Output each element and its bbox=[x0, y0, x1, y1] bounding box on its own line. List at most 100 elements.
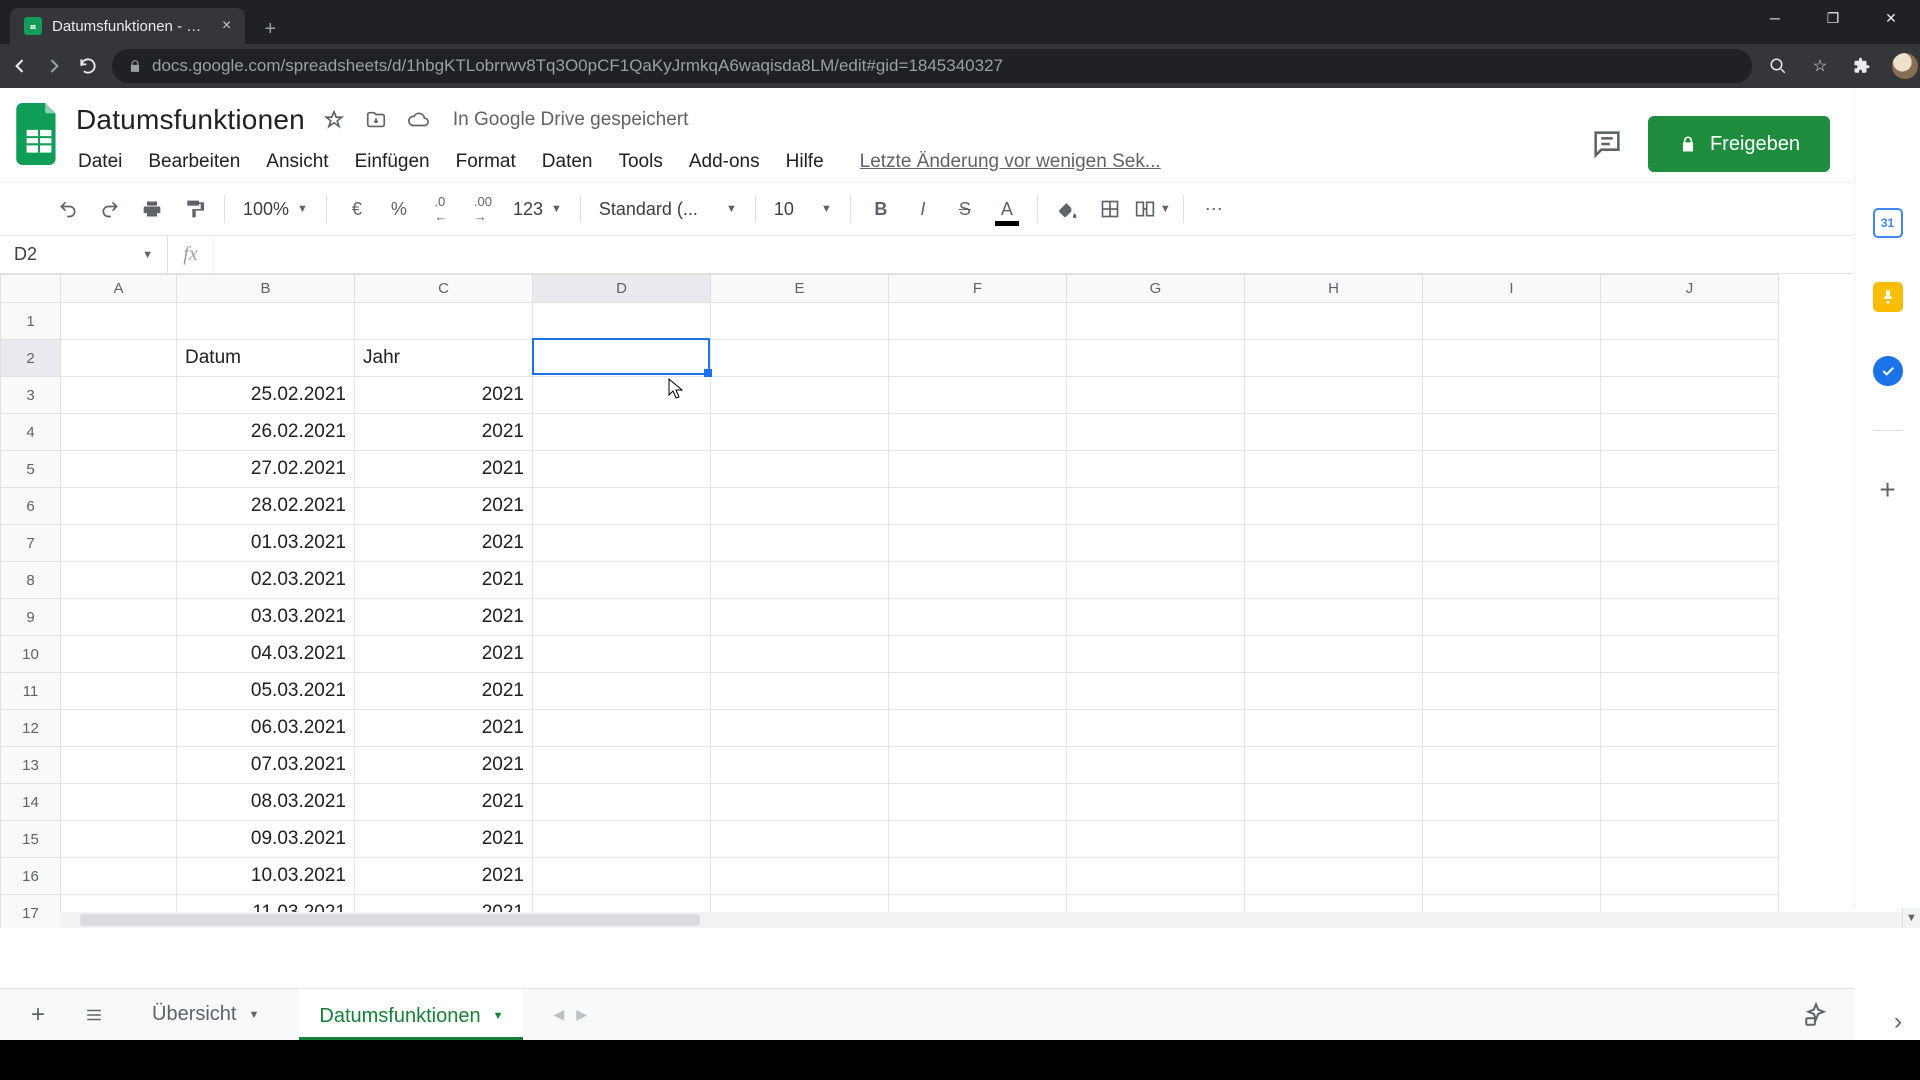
cell-D9[interactable] bbox=[533, 599, 711, 636]
cell-I15[interactable] bbox=[1423, 821, 1601, 858]
row-header[interactable]: 6 bbox=[1, 488, 61, 525]
cell-C7[interactable]: 2021 bbox=[355, 525, 533, 562]
row-header[interactable]: 7 bbox=[1, 525, 61, 562]
cell-D16[interactable] bbox=[533, 858, 711, 895]
cell-D15[interactable] bbox=[533, 821, 711, 858]
add-sheet-button[interactable]: + bbox=[20, 997, 56, 1033]
cell-J4[interactable] bbox=[1601, 414, 1779, 451]
cell-E15[interactable] bbox=[711, 821, 889, 858]
cell-D14[interactable] bbox=[533, 784, 711, 821]
sheet-nav-right-icon[interactable]: ▶ bbox=[576, 1006, 587, 1023]
sheet-tab-overview[interactable]: Übersicht▼ bbox=[132, 989, 279, 1040]
cell-G8[interactable] bbox=[1067, 562, 1245, 599]
cell-C10[interactable]: 2021 bbox=[355, 636, 533, 673]
cell-H3[interactable] bbox=[1245, 377, 1423, 414]
cell-G5[interactable] bbox=[1067, 451, 1245, 488]
cell-D5[interactable] bbox=[533, 451, 711, 488]
cell-F6[interactable] bbox=[889, 488, 1067, 525]
font-size-select[interactable]: 10▼ bbox=[768, 199, 838, 220]
cell-I14[interactable] bbox=[1423, 784, 1601, 821]
cell-A2[interactable] bbox=[61, 340, 177, 377]
cell-I10[interactable] bbox=[1423, 636, 1601, 673]
cell-H11[interactable] bbox=[1245, 673, 1423, 710]
cell-A9[interactable] bbox=[61, 599, 177, 636]
row-header[interactable]: 12 bbox=[1, 710, 61, 747]
cell-G12[interactable] bbox=[1067, 710, 1245, 747]
column-header-E[interactable]: E bbox=[711, 275, 889, 303]
cell-H1[interactable] bbox=[1245, 303, 1423, 340]
cell-B5[interactable]: 27.02.2021 bbox=[177, 451, 355, 488]
row-header[interactable]: 9 bbox=[1, 599, 61, 636]
menu-format[interactable]: Format bbox=[456, 151, 516, 173]
cell-D11[interactable] bbox=[533, 673, 711, 710]
cell-I13[interactable] bbox=[1423, 747, 1601, 784]
cell-F5[interactable] bbox=[889, 451, 1067, 488]
row-header[interactable]: 5 bbox=[1, 451, 61, 488]
cell-B8[interactable]: 02.03.2021 bbox=[177, 562, 355, 599]
cell-G11[interactable] bbox=[1067, 673, 1245, 710]
cell-C6[interactable]: 2021 bbox=[355, 488, 533, 525]
cell-E12[interactable] bbox=[711, 710, 889, 747]
cell-I6[interactable] bbox=[1423, 488, 1601, 525]
cell-H8[interactable] bbox=[1245, 562, 1423, 599]
increase-decimal-button[interactable]: .00→ bbox=[465, 191, 501, 227]
cell-B14[interactable]: 08.03.2021 bbox=[177, 784, 355, 821]
font-family-select[interactable]: Standard (...▼ bbox=[593, 199, 743, 220]
name-box[interactable]: D2▼ bbox=[0, 236, 168, 273]
cell-A4[interactable] bbox=[61, 414, 177, 451]
cell-B2[interactable]: Datum bbox=[177, 340, 355, 377]
cell-C3[interactable]: 2021 bbox=[355, 377, 533, 414]
cell-H14[interactable] bbox=[1245, 784, 1423, 821]
cell-E6[interactable] bbox=[711, 488, 889, 525]
cell-J3[interactable] bbox=[1601, 377, 1779, 414]
cell-E2[interactable] bbox=[711, 340, 889, 377]
cell-E9[interactable] bbox=[711, 599, 889, 636]
cell-E1[interactable] bbox=[711, 303, 889, 340]
cell-E11[interactable] bbox=[711, 673, 889, 710]
sheet-nav-left-icon[interactable]: ◀ bbox=[553, 1006, 564, 1023]
cell-H10[interactable] bbox=[1245, 636, 1423, 673]
cell-A16[interactable] bbox=[61, 858, 177, 895]
cell-A8[interactable] bbox=[61, 562, 177, 599]
cell-H5[interactable] bbox=[1245, 451, 1423, 488]
sheets-logo-icon[interactable] bbox=[12, 98, 66, 170]
column-header-H[interactable]: H bbox=[1245, 275, 1423, 303]
cell-J6[interactable] bbox=[1601, 488, 1779, 525]
menu-addons[interactable]: Add-ons bbox=[689, 151, 760, 173]
menu-view[interactable]: Ansicht bbox=[266, 151, 328, 173]
window-close-icon[interactable]: ✕ bbox=[1862, 0, 1920, 36]
cell-I11[interactable] bbox=[1423, 673, 1601, 710]
sheet-tab-active[interactable]: Datumsfunktionen▼ bbox=[299, 989, 523, 1040]
cell-G3[interactable] bbox=[1067, 377, 1245, 414]
cell-C4[interactable]: 2021 bbox=[355, 414, 533, 451]
cell-E5[interactable] bbox=[711, 451, 889, 488]
windows-taskbar[interactable] bbox=[0, 1040, 1920, 1080]
cell-B15[interactable]: 09.03.2021 bbox=[177, 821, 355, 858]
column-header-D[interactable]: D bbox=[533, 275, 711, 303]
cell-H2[interactable] bbox=[1245, 340, 1423, 377]
address-bar[interactable]: docs.google.com/spreadsheets/d/1hbgKTLob… bbox=[112, 49, 1752, 83]
cell-D2[interactable] bbox=[533, 340, 711, 377]
cell-I16[interactable] bbox=[1423, 858, 1601, 895]
cell-C1[interactable] bbox=[355, 303, 533, 340]
cell-H15[interactable] bbox=[1245, 821, 1423, 858]
bookmark-star-icon[interactable]: ☆ bbox=[1808, 54, 1832, 78]
cell-F7[interactable] bbox=[889, 525, 1067, 562]
cell-H13[interactable] bbox=[1245, 747, 1423, 784]
cell-C16[interactable]: 2021 bbox=[355, 858, 533, 895]
cell-I3[interactable] bbox=[1423, 377, 1601, 414]
cell-C5[interactable]: 2021 bbox=[355, 451, 533, 488]
cell-B6[interactable]: 28.02.2021 bbox=[177, 488, 355, 525]
cell-J16[interactable] bbox=[1601, 858, 1779, 895]
cell-G1[interactable] bbox=[1067, 303, 1245, 340]
cell-I7[interactable] bbox=[1423, 525, 1601, 562]
zoom-icon[interactable] bbox=[1766, 54, 1790, 78]
text-color-button[interactable]: A bbox=[989, 191, 1025, 227]
column-header-B[interactable]: B bbox=[177, 275, 355, 303]
cell-C12[interactable]: 2021 bbox=[355, 710, 533, 747]
cell-C15[interactable]: 2021 bbox=[355, 821, 533, 858]
cell-C14[interactable]: 2021 bbox=[355, 784, 533, 821]
cell-H16[interactable] bbox=[1245, 858, 1423, 895]
cell-A14[interactable] bbox=[61, 784, 177, 821]
calendar-sideapp-icon[interactable]: 31 bbox=[1873, 208, 1903, 238]
